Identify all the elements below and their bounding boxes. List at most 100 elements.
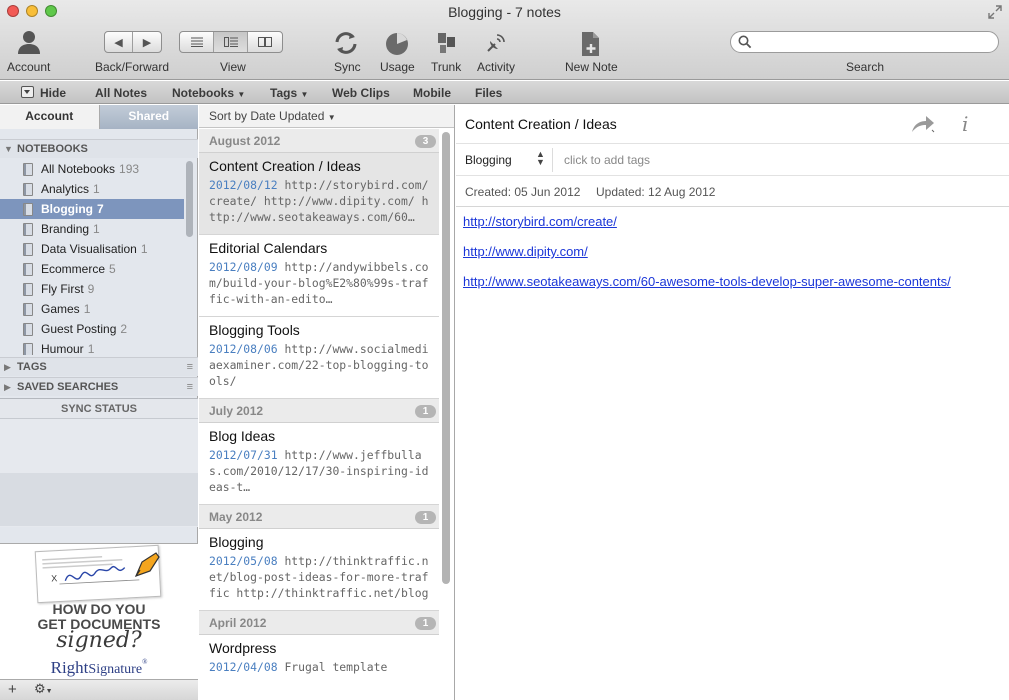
note-link[interactable]: http://www.seotakeaways.com/60-awesome-t… — [463, 274, 951, 289]
tags-input[interactable]: click to add tags — [564, 153, 650, 167]
search-icon — [738, 35, 752, 49]
note-link[interactable]: http://www.dipity.com/ — [463, 244, 588, 259]
count-badge: 1 — [415, 511, 436, 524]
snippet-view-icon[interactable] — [214, 32, 248, 52]
notebook-count: 1 — [83, 302, 91, 316]
hide-icon[interactable] — [21, 86, 34, 98]
menu-lines-icon[interactable]: ≡ — [187, 358, 193, 377]
note-attributes-row: Blogging ▲ ▼ click to add tags — [456, 143, 1009, 176]
tags-header-label: TAGS — [17, 361, 47, 373]
sidebar-item-notebook[interactable]: Guest Posting 2 — [0, 319, 184, 339]
notebook-count: 193 — [119, 162, 140, 176]
back-arrow-icon[interactable]: ◀ — [105, 32, 133, 52]
triangle-down-icon: ▼ — [4, 144, 13, 154]
note-card[interactable]: Blogging 2012/05/08 http://thinktraffic.n… — [199, 529, 439, 611]
note-card-snippet-block: 2012/08/06 http://www.socialmediaexamine… — [209, 341, 429, 389]
note-card[interactable]: Content Creation / Ideas 2012/08/12 http:… — [199, 153, 439, 235]
notebooks-menu-label: Notebooks — [172, 86, 235, 100]
sidebar: Account Shared ▼ NOTEBOOKS All Notebooks… — [0, 105, 198, 700]
fullscreen-icon[interactable] — [987, 4, 1003, 20]
satellite-icon[interactable] — [484, 31, 508, 58]
toolbar: Blogging - 7 notes Account ◀ ▶ Back/Forw… — [0, 0, 1009, 80]
pie-icon[interactable] — [385, 32, 409, 59]
updown-arrows-icon[interactable]: ▲ ▼ — [536, 150, 545, 167]
view-label: View — [220, 60, 246, 74]
sync-icon[interactable] — [333, 31, 359, 58]
search-label: Search — [846, 60, 885, 74]
all-notes-button[interactable]: All Notes — [95, 86, 147, 100]
notebook-name: Guest Posting — [41, 322, 117, 336]
note-card[interactable]: Blogging Tools 2012/08/06 http://www.soci… — [199, 317, 439, 399]
date-group-label: May 2012 — [209, 510, 263, 524]
note-card[interactable]: Editorial Calendars 2012/08/09 http://and… — [199, 235, 439, 317]
sidebar-item-notebook[interactable]: Ecommerce 5 — [0, 259, 184, 279]
notebook-name: Data Visualisation — [41, 242, 137, 256]
saved-searches-header[interactable]: ▶ SAVED SEARCHES ≡ — [0, 377, 198, 396]
note-card-title: Content Creation / Ideas — [209, 158, 361, 174]
notebook-icon — [23, 323, 33, 336]
notebook-list: All Notebooks 193 Analytics 1 Blogging 7 Brand… — [0, 159, 198, 355]
tags-menu[interactable]: Tags ▼ — [270, 86, 308, 100]
hide-button[interactable]: Hide — [40, 86, 66, 100]
ad-banner[interactable]: X HOW DO YOU GET DOCUMENTS signed? Right… — [0, 543, 198, 679]
created-date: Created: 05 Jun 2012 — [465, 185, 581, 199]
search-input[interactable] — [755, 35, 991, 50]
note-card-title: Blogging — [209, 534, 264, 550]
gear-icon[interactable]: ⚙▼ — [34, 681, 53, 697]
sidebar-item-notebook[interactable]: Analytics 1 — [0, 179, 184, 199]
sidebar-item-notebook[interactable]: Data Visualisation 1 — [0, 239, 184, 259]
note-card-date: 2012/05/08 — [209, 554, 278, 568]
note-list-scrollbar[interactable] — [442, 132, 450, 584]
sort-menu[interactable]: Sort by Date Updated ▼ — [199, 105, 454, 128]
files-button[interactable]: Files — [475, 86, 502, 100]
note-card-title: Editorial Calendars — [209, 240, 328, 256]
date-group-header: August 2012 3 — [199, 129, 439, 153]
sidebar-item-notebook[interactable]: Games 1 — [0, 299, 184, 319]
note-title[interactable]: Content Creation / Ideas — [465, 116, 617, 132]
tags-menu-label: Tags — [270, 86, 298, 100]
triangle-right-icon: ▶ — [4, 362, 11, 372]
sidebar-item-notebook[interactable]: All Notebooks 193 — [0, 159, 184, 179]
activity-label: Activity — [477, 60, 516, 74]
notebooks-header[interactable]: ▼ NOTEBOOKS — [0, 139, 198, 158]
sidebar-item-notebook[interactable]: Fly First 9 — [0, 279, 184, 299]
notebook-select[interactable]: Blogging — [465, 153, 512, 167]
menu-lines-icon[interactable]: ≡ — [187, 378, 193, 397]
sync-label: Sync — [334, 60, 361, 74]
tags-header[interactable]: ▶ TAGS ≡ — [0, 357, 198, 376]
forward-arrow-icon[interactable]: ▶ — [133, 32, 161, 52]
tab-shared[interactable]: Shared — [99, 105, 198, 129]
info-icon[interactable]: i — [962, 112, 968, 136]
sidebar-item-notebook[interactable]: Blogging 7 — [0, 199, 184, 219]
note-card[interactable]: Blog Ideas 2012/07/31 http://www.jeffbull… — [199, 423, 439, 505]
trunk-icon[interactable] — [436, 31, 458, 58]
note-link[interactable]: http://storybird.com/create/ — [463, 214, 617, 229]
notebooks-menu[interactable]: Notebooks ▼ — [172, 86, 245, 100]
list-view-icon[interactable] — [180, 32, 214, 52]
notebook-icon — [23, 263, 33, 276]
mobile-button[interactable]: Mobile — [413, 86, 451, 100]
share-arrow-icon[interactable] — [910, 114, 936, 134]
sidebar-item-notebook[interactable]: Humour 1 — [0, 339, 184, 355]
view-mode-control[interactable] — [179, 31, 283, 53]
note-card[interactable]: Wordpress 2012/04/08 Frugal template — [199, 635, 439, 700]
tab-account[interactable]: Account — [0, 105, 100, 129]
sidebar-footer-panel — [0, 473, 198, 526]
notebook-count: 9 — [87, 282, 95, 296]
add-icon[interactable]: + — [8, 681, 17, 698]
count-badge: 1 — [415, 617, 436, 630]
new-note-icon[interactable] — [580, 31, 602, 60]
notebook-icon — [23, 283, 33, 296]
card-view-icon[interactable] — [248, 32, 282, 52]
person-icon[interactable] — [17, 29, 41, 58]
web-clips-button[interactable]: Web Clips — [332, 86, 390, 100]
note-metadata: Created: 05 Jun 2012 Updated: 12 Aug 201… — [456, 176, 1009, 207]
notebook-count: 1 — [93, 222, 100, 236]
sidebar-item-notebook[interactable]: Branding 1 — [0, 219, 184, 239]
search-field[interactable] — [730, 31, 999, 53]
date-group-header: July 2012 1 — [199, 399, 439, 423]
triangle-right-icon: ▶ — [4, 382, 11, 392]
updated-date: Updated: 12 Aug 2012 — [596, 185, 716, 199]
back-forward-control[interactable]: ◀ ▶ — [104, 31, 162, 53]
notebook-scrollbar[interactable] — [186, 161, 193, 237]
